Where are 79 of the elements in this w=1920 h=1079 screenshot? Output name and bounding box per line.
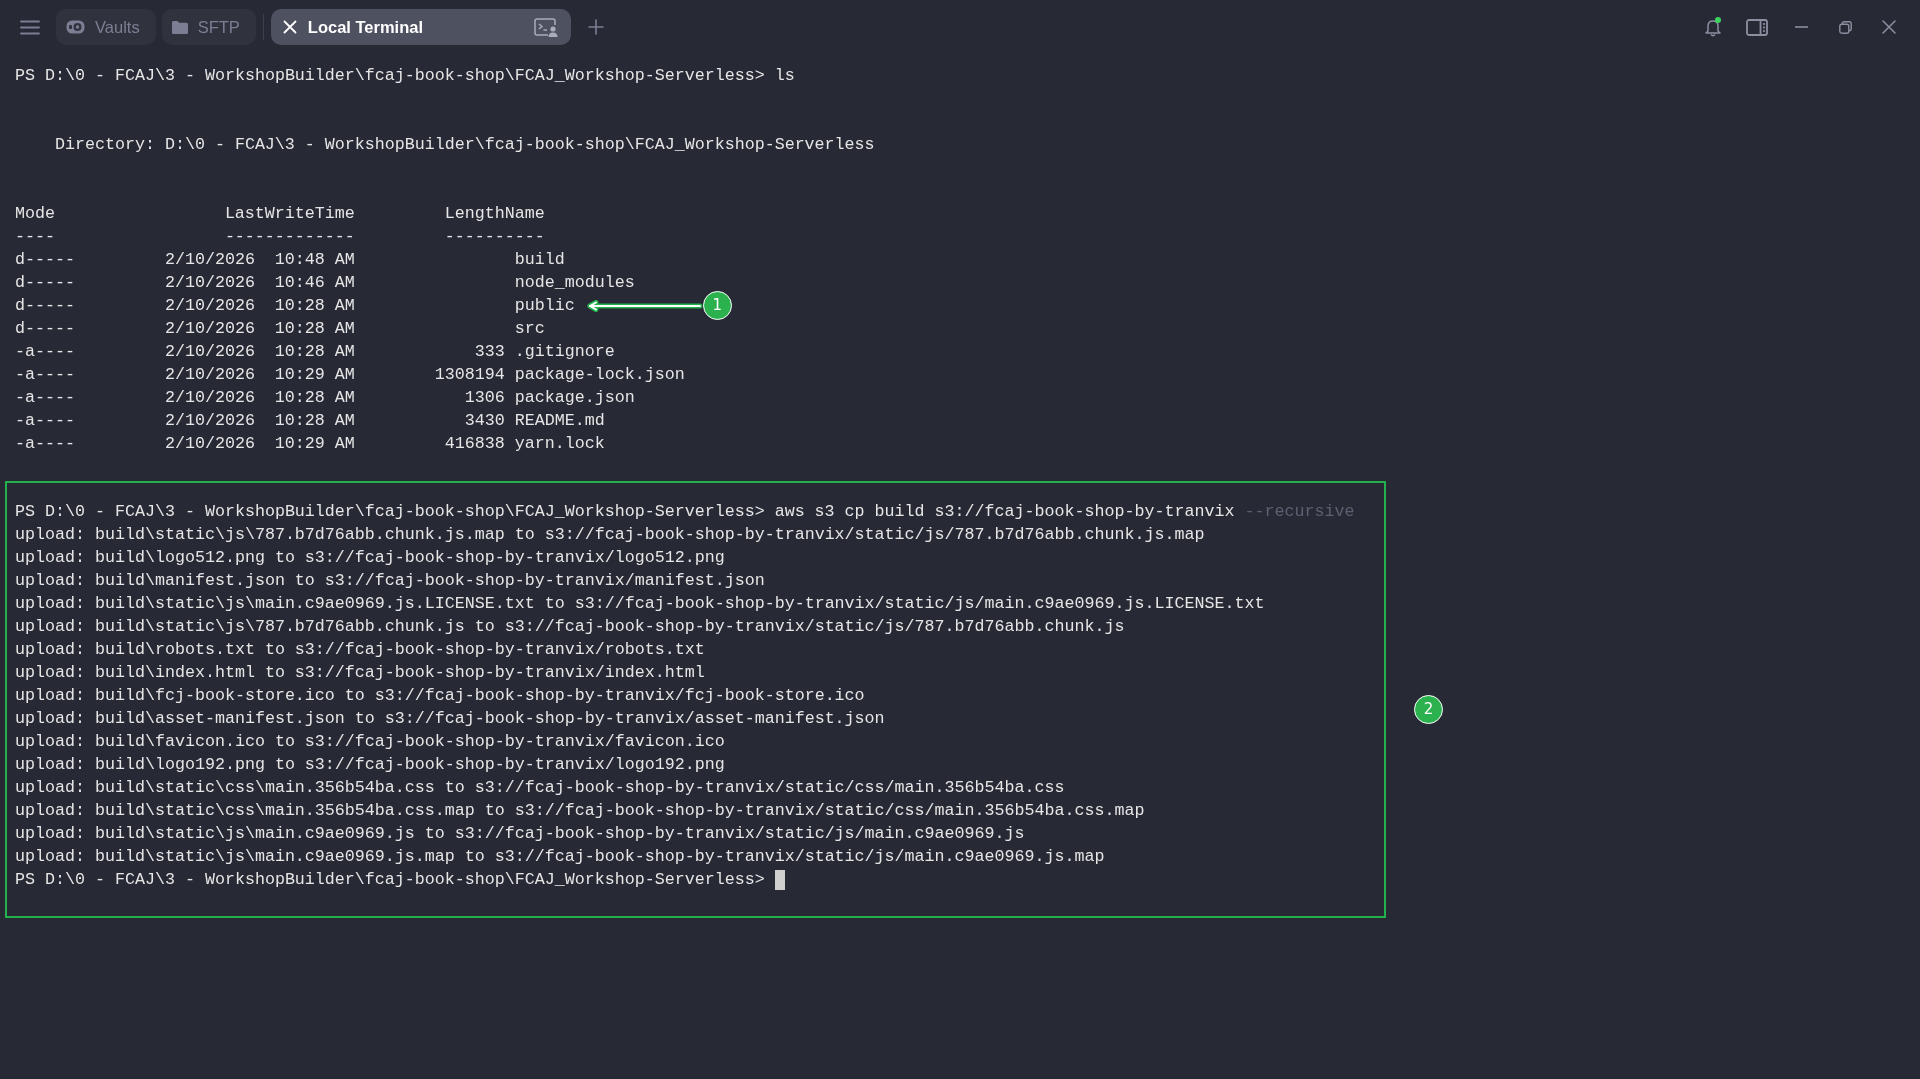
shell-prompt: PS D:\0 - FCAJ\3 - WorkshopBuilder\fcaj-book-shop\FCAJ_Workshop-Serverless>: [15, 501, 765, 523]
last-write-time: 2/10/2026 10:28 AM: [164, 342, 355, 361]
header-underline: -------------: [224, 227, 355, 246]
file-name: src: [514, 318, 545, 340]
upload-log-line: upload: build\static\js\main.c9ae0969.js.map to s3://fcaj-book-shop-by-tranvix/static/js/main.c9ae0969.js.map: [15, 846, 1105, 868]
upload-log-line: upload: build\favicon.ico to s3://fcaj-book-shop-by-tranvix/favicon.ico: [15, 731, 725, 753]
bell-icon[interactable]: [1705, 17, 1721, 37]
upload-log-line: upload: build\logo192.png to s3://fcaj-book-shop-by-tranvix/logo192.png: [15, 754, 725, 776]
upload-log-line: upload: build\static\js\787.b7d76abb.chunk.js to s3://fcaj-book-shop-by-tranvix/static/js/787.b7d76abb.chunk.js: [15, 616, 1125, 638]
directory-path: Directory: D:\0 - FCAJ\3 - WorkshopBuilder\fcaj-book-shop\FCAJ_Workshop-Serverless: [54, 134, 875, 156]
callout-marker: 2: [1414, 695, 1443, 724]
last-write-time: 2/10/2026 10:46 AM: [164, 273, 355, 292]
file-name: yarn.lock: [514, 433, 605, 455]
file-mode: -a----: [15, 434, 75, 453]
file-length: 1306: [464, 388, 505, 407]
restore-icon[interactable]: [1838, 20, 1852, 34]
close-icon[interactable]: [1882, 20, 1896, 34]
shell-prompt: PS D:\0 - FCAJ\3 - WorkshopBuilder\fcaj-book-shop\FCAJ_Workshop-Serverless>: [15, 869, 765, 891]
file-mode: -a----: [15, 388, 75, 407]
last-write-time: 2/10/2026 10:48 AM: [164, 250, 355, 269]
unread-dot-icon: [1715, 16, 1721, 23]
vault-icon: [66, 20, 85, 34]
upload-log-line: upload: build\fcj-book-store.ico to s3://fcaj-book-shop-by-tranvix/fcj-book-store.ico: [15, 685, 865, 707]
upload-log-line: upload: build\static\css\main.356b54ba.css.map to s3://fcaj-book-shop-by-tranvix/static/css/main.356b54ba.css.map: [15, 800, 1145, 822]
header-underline: ------: [444, 227, 505, 246]
command-text: ls: [774, 65, 795, 87]
file-mode: d-----: [15, 273, 75, 292]
file-name: package.json: [514, 387, 635, 409]
column-header: Mode: [15, 204, 55, 223]
file-length: 333: [474, 342, 505, 361]
file-length: 416838: [444, 434, 505, 453]
file-mode: d-----: [15, 296, 75, 315]
upload-log-line: upload: build\asset-manifest.json to s3://fcaj-book-shop-by-tranvix/asset-manifest.json: [15, 708, 885, 730]
file-name: .gitignore: [514, 341, 615, 363]
file-mode: d-----: [15, 319, 75, 338]
menu-icon[interactable]: [20, 19, 40, 35]
text-cursor-icon: [774, 869, 785, 890]
last-write-time: 2/10/2026 10:28 AM: [164, 319, 355, 338]
file-name: node_modules: [514, 272, 635, 294]
tab[interactable]: Vaults: [56, 9, 156, 45]
last-write-time: 2/10/2026 10:28 AM: [164, 411, 355, 430]
upload-log-line: upload: build\logo512.png to s3://fcaj-book-shop-by-tranvix/logo512.png: [15, 547, 725, 569]
file-length: 3430: [464, 411, 505, 430]
callout-marker: 1: [702, 291, 732, 320]
folder-icon: [171, 20, 188, 34]
terminal-icon: [533, 17, 558, 37]
command-text: aws s3 cp build s3://fcaj-book-shop-by-tranvix: [774, 501, 1235, 523]
minimize-icon[interactable]: [1794, 26, 1808, 28]
side-panel-icon[interactable]: [1746, 18, 1768, 36]
upload-log-line: upload: build\robots.txt to s3://fcaj-book-shop-by-tranvix/robots.txt: [15, 639, 705, 661]
column-header: Length: [444, 204, 505, 223]
header-underline: ----: [504, 227, 545, 246]
command-parameter: --recursive: [1244, 501, 1355, 523]
header-underline: ----: [15, 227, 55, 246]
upload-log-line: upload: build\static\js\787.b7d76abb.chunk.js.map to s3://fcaj-book-shop-by-tranvix/static/js/787.b7d76abb.chunk.js.map: [15, 524, 1205, 546]
column-header: LastWriteTime: [224, 204, 355, 223]
upload-log-line: upload: build\index.html to s3://fcaj-book-shop-by-tranvix/index.html: [15, 662, 705, 684]
tab[interactable]: SFTP: [161, 9, 256, 45]
file-mode: -a----: [15, 411, 75, 430]
upload-log-line: upload: build\manifest.json to s3://fcaj-book-shop-by-tranvix/manifest.json: [15, 570, 765, 592]
file-length: 1308194: [434, 365, 505, 384]
upload-log-line: upload: build\static\css\main.356b54ba.css to s3://fcaj-book-shop-by-tranvix/static/css/main.356b54ba.css: [15, 777, 1065, 799]
tab[interactable]: Local Terminal: [270, 9, 571, 45]
last-write-time: 2/10/2026 10:28 AM: [164, 388, 355, 407]
upload-log-line: upload: build\static\js\main.c9ae0969.js.LICENSE.txt to s3://fcaj-book-shop-by-tranvix/static/js/main.c9ae0969.js.LICENSE.txt: [15, 593, 1265, 615]
file-name: build: [514, 249, 565, 271]
file-name: README.md: [514, 410, 605, 432]
last-write-time: 2/10/2026 10:29 AM: [164, 365, 355, 384]
file-name: package-lock.json: [514, 364, 685, 386]
file-mode: d-----: [15, 250, 75, 269]
last-write-time: 2/10/2026 10:28 AM: [164, 296, 355, 315]
file-name: public: [514, 295, 575, 317]
plus-icon[interactable]: [587, 19, 604, 35]
upload-log-line: upload: build\static\js\main.c9ae0969.js to s3://fcaj-book-shop-by-tranvix/static/js/main.c9ae0969.js: [15, 823, 1025, 845]
file-mode: -a----: [15, 342, 75, 361]
column-header: Name: [504, 204, 545, 223]
last-write-time: 2/10/2026 10:29 AM: [164, 434, 355, 453]
shell-prompt: PS D:\0 - FCAJ\3 - WorkshopBuilder\fcaj-book-shop\FCAJ_Workshop-Serverless>: [15, 65, 765, 87]
file-mode: -a----: [15, 365, 75, 384]
